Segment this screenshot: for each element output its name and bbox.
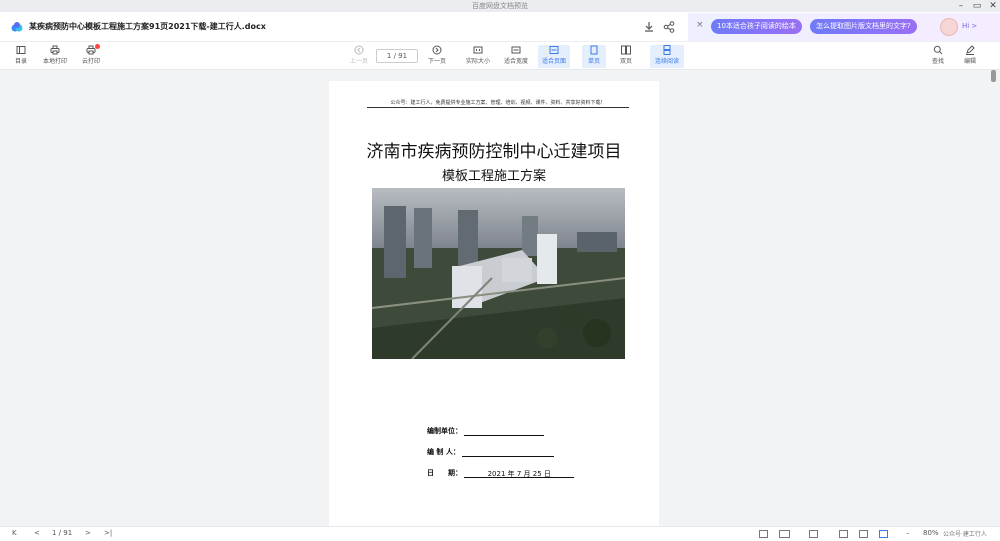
local-print-button[interactable]: 本地打印 [40,45,70,68]
fit-width-small-icon[interactable] [859,530,868,538]
double-page-button[interactable]: 双页 [615,45,637,68]
restore-button[interactable]: ▭ [969,0,985,12]
toc-icon [16,46,26,54]
prev-page-button[interactable]: 上一页 [347,45,371,68]
continuous-reading-button[interactable]: 连续阅读 [650,45,684,68]
compiler-label: 编 制 人： [427,448,460,456]
ai-bar-close-button[interactable]: × [696,20,704,30]
next-page-button[interactable]: 下一页 [425,45,449,68]
double-page-label: 双页 [619,58,632,65]
actual-size-icon [473,46,483,54]
baidu-netdisk-logo-icon [11,22,23,32]
ai-greeting-button[interactable]: Hi > [962,22,977,30]
compiler-value [462,448,555,457]
single-view-icon[interactable] [759,530,768,538]
actual-size-small-icon[interactable] [839,530,848,538]
viewer-toolbar: 目录 本地打印 云打印 上一页 1 / 91 下一页 实际大小 适合宽度 适合页… [0,42,1000,70]
continuous-reading-icon [663,45,671,55]
field-date: 日 期： 2021 年 7 月 25 日 [427,468,575,478]
toc-button[interactable]: 目录 [10,45,32,68]
date-label: 日 期： [427,469,462,477]
ai-suggestion-chip[interactable]: 10本适合孩子阅读的绘本 [711,19,802,34]
printer-icon [50,45,60,55]
compiling-unit-label: 编制单位： [427,427,462,435]
last-page-button[interactable]: >| [104,529,112,537]
page-header-note: 公众号：建工行人，免费提供专业施工方案、管理、培训、视频、课件、资料、共享好资料… [367,99,629,108]
share-icon[interactable] [662,20,676,34]
fit-width-icon [511,46,521,54]
find-button[interactable]: 查找 [928,45,948,68]
date-value: 2021 年 7 月 25 日 [464,469,575,478]
fit-page-label: 适合页面 [542,58,567,65]
minimize-button[interactable]: – [953,0,969,12]
scroll-view-icon[interactable] [809,530,818,538]
fit-page-small-icon[interactable] [879,530,888,538]
find-label: 查找 [931,58,944,65]
fit-page-icon [549,46,559,54]
single-page-icon [590,45,598,55]
next-page-small-button[interactable]: > [85,529,91,537]
ai-suggestion-chip[interactable]: 怎么提取图片版文档里的文字? [810,19,917,34]
ai-suggestion-bar: × 10本适合孩子阅读的绘本 怎么提取图片版文档里的文字? Hi > [688,13,1000,41]
double-view-icon[interactable] [779,530,790,538]
chevron-left-circle-icon [354,45,364,55]
toc-label: 目录 [14,58,27,65]
edit-button[interactable]: 编辑 [960,45,980,68]
double-page-icon [621,45,631,55]
search-icon [933,45,943,55]
document-page: 公众号：建工行人，免费提供专业施工方案、管理、培训、视频、课件、资料、共享好资料… [329,81,659,527]
building-rendering-image [372,188,625,359]
page-subtitle: 模板工程施工方案 [441,169,546,184]
window-titlebar: 百度网盘文档预览 – ▭ ✕ [0,0,1000,12]
next-page-label: 下一页 [427,58,446,65]
continuous-reading-label: 连续阅读 [654,58,679,65]
edit-label: 编辑 [963,58,976,65]
page-title: 济南市疾病预防控制中心迁建项目 [366,142,622,162]
zoom-out-button[interactable]: – [906,529,910,537]
vertical-scrollbar[interactable] [988,70,1000,526]
fit-width-label: 适合宽度 [503,58,528,65]
document-title: 某疾病预防中心模板工程施工方案91页2021下载-建工行人.docx [29,22,266,31]
compiling-unit-value [464,427,545,436]
ai-assistant-avatar-icon[interactable] [940,18,958,36]
chevron-right-circle-icon [432,45,442,55]
single-page-button[interactable]: 单页 [582,45,606,68]
cloud-print-button[interactable]: 云打印 [80,44,102,68]
close-window-button[interactable]: ✕ [985,0,1000,12]
actual-size-button[interactable]: 实际大小 [464,45,492,68]
cloud-print-label: 云打印 [81,58,100,65]
prev-page-small-button[interactable]: < [34,529,40,537]
prev-page-label: 上一页 [349,58,368,65]
zoom-level[interactable]: 80% [923,529,939,537]
status-page-indicator: 1 / 91 [52,529,73,537]
field-compiler: 编 制 人： [427,447,555,457]
pencil-icon [966,45,975,55]
local-print-label: 本地打印 [42,58,67,65]
actual-size-label: 实际大小 [465,58,490,65]
single-page-label: 单页 [587,58,600,65]
field-compiling-unit: 编制单位： [427,426,545,436]
document-canvas: 公众号：建工行人，免费提供专业施工方案、管理、培训、视频、课件、资料、共享好资料… [0,70,1000,527]
notification-dot [95,44,100,49]
fit-width-button[interactable]: 适合宽度 [502,45,530,68]
page-number-input[interactable]: 1 / 91 [376,49,418,63]
watermark-text: 公众号·建工行人 [943,531,987,538]
status-bar: K < 1 / 91 > >| – 80% 公众号·建工行人 [0,526,1000,541]
first-page-button[interactable]: K [12,529,17,537]
fit-page-button[interactable]: 适合页面 [538,45,570,68]
download-icon[interactable] [642,20,656,34]
app-title: 百度网盘文档预览 [472,2,528,10]
scrollbar-thumb[interactable] [991,70,996,82]
